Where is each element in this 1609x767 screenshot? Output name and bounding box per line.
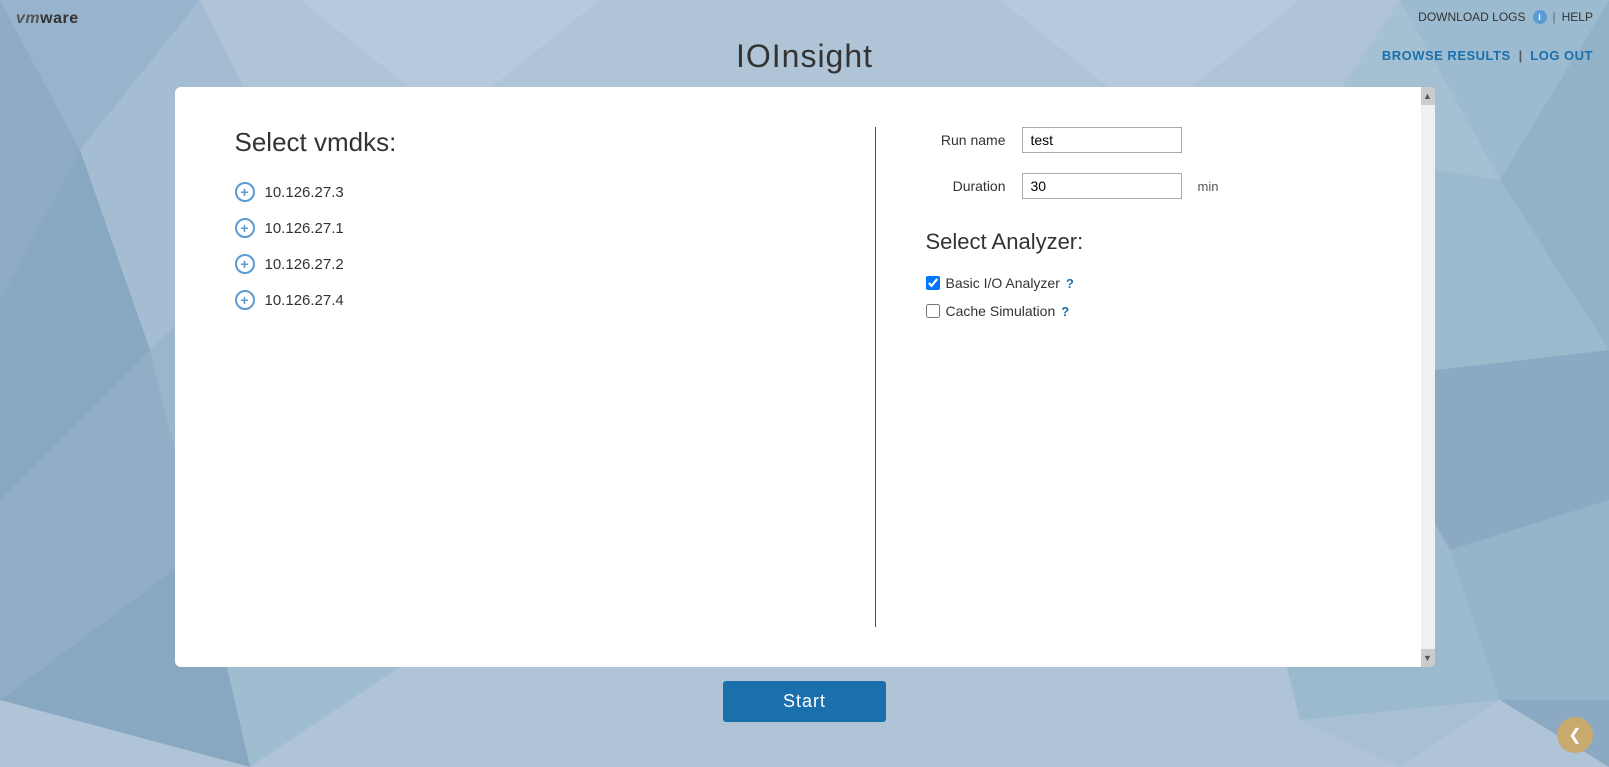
duration-unit: min (1198, 179, 1219, 194)
start-button[interactable]: Start (723, 681, 886, 722)
vmdk-add-icon: + (235, 254, 255, 274)
panel-scrollbar: ▲ ▼ (1421, 87, 1435, 667)
page-title: IOInsight (0, 38, 1609, 75)
cache-sim-help-link[interactable]: ? (1061, 304, 1069, 319)
duration-label: Duration (926, 178, 1006, 194)
top-bar: vmware DOWNLOAD LOGS i | HELP (0, 0, 1609, 34)
duration-input[interactable] (1022, 173, 1182, 199)
list-item[interactable]: + 10.126.27.2 (235, 254, 825, 274)
scroll-down-arrow[interactable]: ▼ (1421, 649, 1435, 667)
analyzer-option-basic-io: Basic I/O Analyzer ? (926, 275, 1395, 291)
basic-io-label[interactable]: Basic I/O Analyzer (946, 275, 1060, 291)
select-vmdks-title: Select vmdks: (235, 127, 825, 158)
list-item[interactable]: + 10.126.27.4 (235, 290, 825, 310)
collapse-button[interactable]: ❮ (1557, 717, 1593, 753)
content-panel: Select vmdks: + 10.126.27.3 + 10.126.27.… (175, 87, 1435, 667)
list-item[interactable]: + 10.126.27.3 (235, 182, 825, 202)
bottom-bar: Start (0, 667, 1609, 736)
vmdk-list: + 10.126.27.3 + 10.126.27.1 + 10.126.27.… (235, 182, 825, 310)
vmdk-label: 10.126.27.1 (265, 220, 344, 237)
vmdk-label: 10.126.27.4 (265, 292, 344, 309)
scroll-up-arrow[interactable]: ▲ (1421, 87, 1435, 105)
run-name-input[interactable] (1022, 127, 1182, 153)
download-logs-info-icon[interactable]: i (1533, 10, 1547, 24)
basic-io-checkbox[interactable] (926, 276, 940, 290)
svg-text:vmware: vmware (16, 10, 79, 27)
run-name-label: Run name (926, 132, 1006, 148)
analyzer-section: Select Analyzer: Basic I/O Analyzer ? Ca… (926, 229, 1395, 319)
select-analyzer-title: Select Analyzer: (926, 229, 1395, 255)
help-link[interactable]: HELP (1562, 10, 1593, 24)
top-right-links: DOWNLOAD LOGS i | HELP (1418, 10, 1593, 24)
main-wrapper: Select vmdks: + 10.126.27.3 + 10.126.27.… (0, 77, 1609, 667)
duration-row: Duration min (926, 173, 1395, 199)
vmware-logo: vmware (16, 6, 106, 28)
list-item[interactable]: + 10.126.27.1 (235, 218, 825, 238)
page-title-bar: IOInsight (0, 34, 1609, 77)
analyzer-option-cache-sim: Cache Simulation ? (926, 303, 1395, 319)
left-section: Select vmdks: + 10.126.27.3 + 10.126.27.… (175, 87, 875, 667)
vmdk-add-icon: + (235, 290, 255, 310)
cache-sim-checkbox[interactable] (926, 304, 940, 318)
vmdk-label: 10.126.27.2 (265, 256, 344, 273)
vmdk-label: 10.126.27.3 (265, 184, 344, 201)
right-section: Run name Duration min Select Analyzer: B… (876, 87, 1435, 667)
separator-1: | (1553, 10, 1556, 24)
run-name-row: Run name (926, 127, 1395, 153)
cache-sim-label[interactable]: Cache Simulation (946, 303, 1056, 319)
basic-io-help-link[interactable]: ? (1066, 276, 1074, 291)
download-logs-link[interactable]: DOWNLOAD LOGS (1418, 10, 1525, 24)
vmdk-add-icon: + (235, 218, 255, 238)
vmdk-add-icon: + (235, 182, 255, 202)
